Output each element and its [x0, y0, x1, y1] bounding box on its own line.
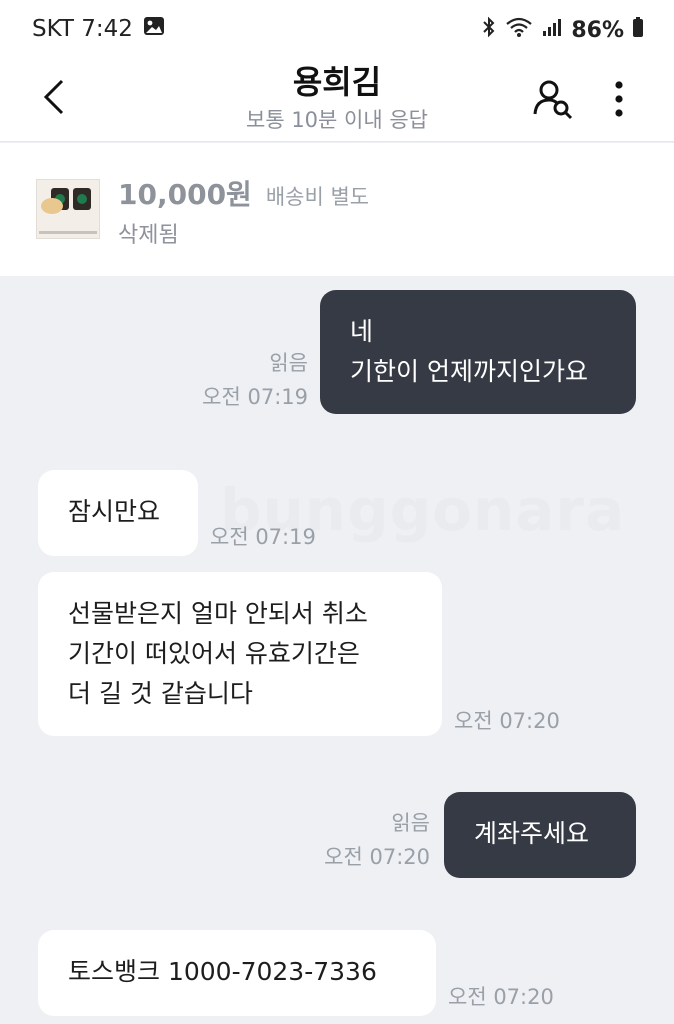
more-vertical-icon: [615, 81, 623, 117]
message-line: 기간이 떠있어서 유효기간은: [68, 639, 360, 668]
product-status: 삭제됨: [118, 223, 179, 248]
message-bubble-mine[interactable]: 계좌주세요: [444, 792, 636, 878]
message-line: 선물받은지 얼마 안되서 취소: [68, 599, 368, 628]
status-right: 86%: [481, 16, 644, 44]
user-search-button[interactable]: [530, 76, 576, 122]
message-meta: 읽음 오전 07:20: [324, 806, 430, 874]
message-line: 네: [350, 317, 374, 346]
wifi-icon: [505, 16, 533, 44]
message-bubble-mine[interactable]: 네 기한이 언제까지인가요: [320, 290, 636, 414]
message-line: 계좌주세요: [474, 819, 590, 848]
battery-icon: [632, 16, 644, 44]
battery-percent: 86%: [571, 17, 624, 43]
message-bubble-theirs[interactable]: 잠시만요: [38, 470, 198, 556]
message-line: 토스뱅크 1000-7023-7336: [68, 957, 377, 986]
message-time: 오전 07:20: [324, 845, 430, 869]
more-options-button[interactable]: [604, 76, 634, 122]
read-receipt: 읽음: [269, 351, 308, 375]
image-icon: [143, 16, 165, 42]
message-line: 기한이 언제까지인가요: [350, 357, 588, 386]
bluetooth-icon: [481, 16, 497, 44]
message-bubble-theirs[interactable]: 선물받은지 얼마 안되서 취소 기간이 떠있어서 유효기간은 더 길 것 같습니…: [38, 572, 442, 736]
chat-header: 용희김 보통 10분 이내 응답: [0, 62, 674, 142]
cake-image: [41, 198, 63, 214]
message-line: 더 길 것 같습니다: [68, 679, 253, 708]
status-left: SKT 7:42: [32, 16, 165, 42]
signal-icon: [541, 16, 563, 44]
product-price: 10,000원: [118, 178, 252, 211]
read-receipt: 읽음: [391, 811, 430, 835]
status-bar: SKT 7:42 86%: [0, 0, 674, 62]
chat-area[interactable]: bunggonara 읽음 오전 07:19 네 기한이 언제까지인가요 잠시만…: [0, 276, 674, 1024]
message-time: 오전 07:19: [210, 525, 316, 549]
product-card[interactable]: 10,000원 배송비 별도 삭제됨: [0, 143, 674, 276]
thumbnail-caption: [39, 231, 97, 234]
carrier-time: SKT 7:42: [32, 16, 133, 42]
user-search-icon: [533, 80, 573, 120]
message-meta: 읽음 오전 07:19: [202, 346, 308, 414]
cup-image: [73, 188, 91, 210]
message-line: 잠시만요: [68, 497, 161, 526]
message-bubble-theirs[interactable]: 토스뱅크 1000-7023-7336: [38, 930, 436, 1016]
shipping-note: 배송비 별도: [265, 185, 370, 209]
product-thumbnail: [36, 179, 100, 239]
product-price-line: 10,000원 배송비 별도: [118, 173, 369, 213]
message-time: 오전 07:20: [448, 985, 554, 1009]
message-time: 오전 07:19: [202, 385, 308, 409]
message-time: 오전 07:20: [454, 709, 560, 733]
